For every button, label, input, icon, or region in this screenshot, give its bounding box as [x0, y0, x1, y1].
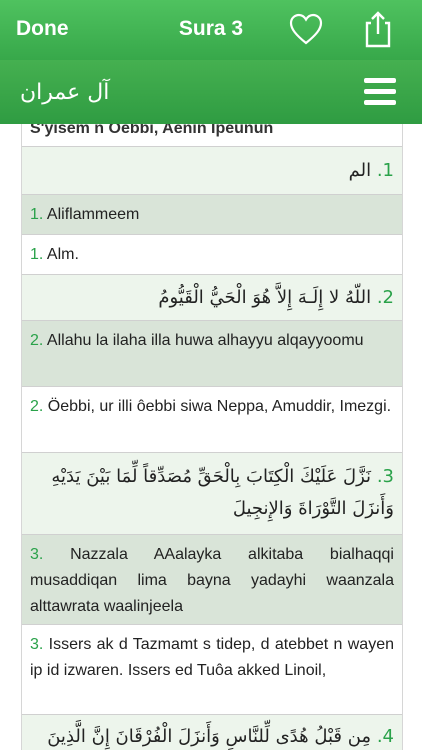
verse-arabic: 1. الم [348, 160, 394, 181]
verse-transliteration-row[interactable]: 1. Aliflammeem [22, 194, 402, 234]
basmala-header: S'yisem n Oebbi, Aenin Ipeunun [30, 124, 274, 137]
verse-arabic: 2. اللّهُ لا إِلَـهَ إِلاَّ هُوَ الْحَيُ… [158, 287, 394, 308]
surah-bar: آل عمران [0, 60, 422, 124]
verse-translation-row[interactable]: 1. Alm. [22, 234, 402, 274]
verse-transliteration-row[interactable]: 2. Allahu la ilaha illa huwa alhayyu alq… [22, 320, 402, 386]
verse-list[interactable]: S'yisem n Oebbi, Aenin Ipeunun 1. الم 1.… [21, 124, 403, 750]
heart-icon[interactable] [288, 12, 324, 46]
verse-transliteration-row[interactable]: 3. Nazzala AAalayka alkitaba bialhaqqi m… [22, 534, 402, 624]
verse-arabic-row[interactable]: 1. الم [22, 146, 402, 194]
verse-arabic-row[interactable]: 2. اللّهُ لا إِلَـهَ إِلاَّ هُوَ الْحَيُ… [22, 274, 402, 320]
verse-arabic-row[interactable]: 3. نَزَّلَ عَلَيْكَ الْكِتَابَ بِالْحَقِ… [22, 452, 402, 534]
verse-translation: 1. Alm. [30, 246, 79, 263]
verse-translation: 3. Issers ak d Tazmamt s tidep, d atebbe… [30, 636, 395, 679]
top-navigation-bar: Done Sura 3 [0, 0, 422, 60]
verse-transliteration: 1. Aliflammeem [30, 206, 140, 223]
verse-translation: 2. Öebbi, ur illi ôebbi siwa Neppa, Amud… [30, 398, 392, 415]
verse-arabic: 3. نَزَّلَ عَلَيْكَ الْكِتَابَ بِالْحَقِ… [51, 466, 394, 519]
verse-transliteration: 2. Allahu la ilaha illa huwa alhayyu alq… [30, 332, 364, 349]
verse-arabic: 4. مِن قَبْلُ هُدًى لِّلنَّاسِ وَأَنزَلَ… [47, 726, 394, 747]
surah-name-arabic: آل عمران [20, 80, 110, 105]
done-button[interactable]: Done [16, 17, 69, 41]
verse-translation-row[interactable]: 3. Issers ak d Tazmamt s tidep, d atebbe… [22, 624, 402, 714]
verse-arabic-row[interactable]: 4. مِن قَبْلُ هُدًى لِّلنَّاسِ وَأَنزَلَ… [22, 714, 402, 750]
menu-icon[interactable] [364, 78, 396, 106]
verse-translation-row[interactable]: 2. Öebbi, ur illi ôebbi siwa Neppa, Amud… [22, 386, 402, 452]
verse-transliteration: 3. Nazzala AAalayka alkitaba bialhaqqi m… [30, 546, 394, 615]
share-icon[interactable] [362, 9, 394, 49]
